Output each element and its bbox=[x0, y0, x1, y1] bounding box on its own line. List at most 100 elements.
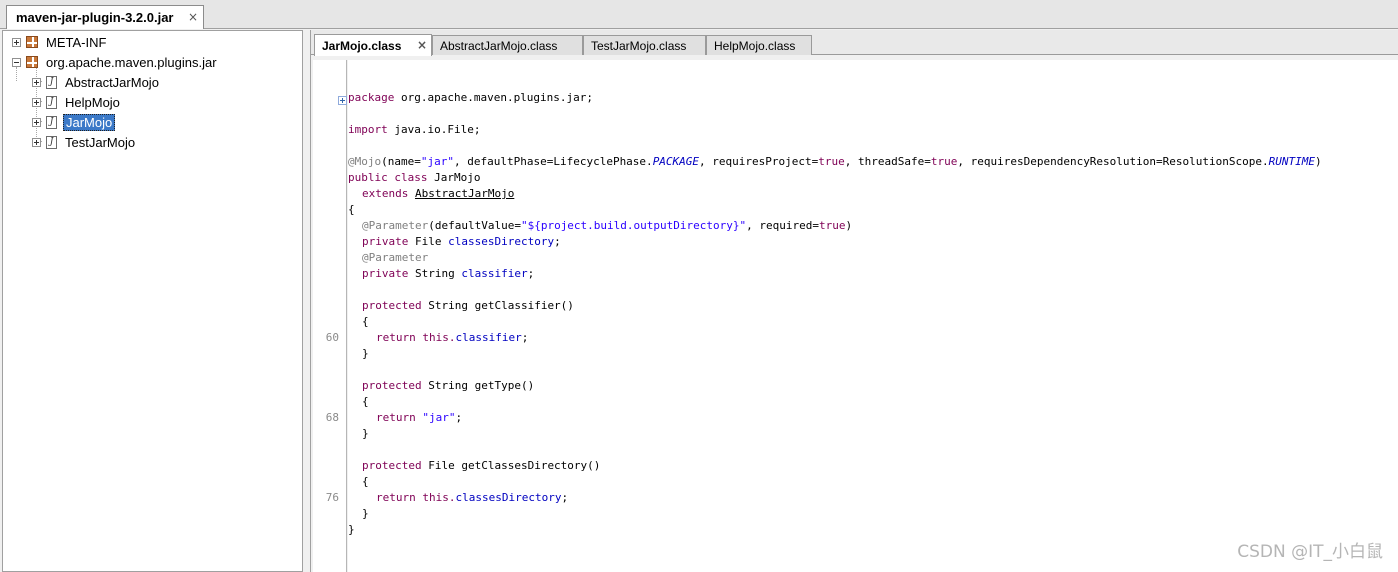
tree-item-helpmojo[interactable]: J HelpMojo bbox=[32, 93, 122, 111]
code-text: String getClassifier() bbox=[421, 299, 574, 312]
string-literal: "jar" bbox=[422, 411, 456, 424]
code-text: String bbox=[408, 267, 462, 280]
keyword: true bbox=[930, 155, 958, 168]
field-name: classesDirectory bbox=[448, 235, 555, 248]
tree-item-meta-inf[interactable]: META-INF bbox=[12, 33, 108, 51]
collapse-icon[interactable] bbox=[12, 57, 21, 67]
code-editor[interactable]: package org.apache.maven.plugins.jar; im… bbox=[348, 60, 1398, 572]
package-tree: META-INF org.apache.maven.plugins.jar J … bbox=[2, 30, 303, 572]
tab-label: TestJarMojo.class bbox=[591, 38, 687, 53]
code-text: (name= bbox=[381, 155, 421, 168]
code-line-extends: extends AbstractJarMojo bbox=[362, 186, 514, 202]
code-text: ; bbox=[561, 491, 569, 504]
keyword: true bbox=[818, 155, 845, 168]
tree-item-label: AbstractJarMojo bbox=[65, 74, 159, 90]
tree-item-label: JarMojo bbox=[63, 113, 116, 131]
keyword: return bbox=[376, 331, 416, 344]
line-number-gutter: 60 68 76 bbox=[313, 60, 347, 572]
expand-icon[interactable] bbox=[32, 77, 41, 87]
tab-jarmojo-class[interactable]: JarMojo.class × bbox=[314, 34, 432, 56]
code-text: File getClassesDirectory() bbox=[421, 459, 601, 472]
code-text: java.io.File; bbox=[387, 123, 481, 136]
code-text: (defaultValue= bbox=[428, 219, 521, 232]
code-line-brace: { bbox=[348, 203, 355, 216]
tab-label: AbstractJarMojo.class bbox=[440, 38, 558, 53]
jar-tab-label: maven-jar-plugin-3.2.0.jar bbox=[16, 10, 174, 25]
code-text: , required= bbox=[746, 219, 819, 232]
string-literal: "jar" bbox=[420, 155, 454, 168]
expand-icon[interactable] bbox=[32, 97, 41, 107]
field-name: classesDirectory bbox=[455, 491, 562, 504]
close-icon[interactable]: × bbox=[188, 10, 198, 24]
code-text: , requiresDependencyResolution=Resolutio… bbox=[957, 155, 1269, 168]
tree-item-abstractjarmojo[interactable]: J AbstractJarMojo bbox=[32, 73, 161, 91]
keyword: public class bbox=[348, 171, 428, 184]
code-text: JarMojo bbox=[427, 171, 481, 184]
editor-tab-bar: JarMojo.class × AbstractJarMojo.class Te… bbox=[311, 30, 1398, 56]
line-number: 60 bbox=[325, 331, 339, 344]
code-line-brace: { bbox=[362, 475, 369, 488]
code-line-brace: { bbox=[362, 315, 369, 328]
code-line-method-getclassesdirectory: protected File getClassesDirectory() bbox=[362, 458, 600, 474]
string-literal: "${project.build.outputDirectory}" bbox=[520, 219, 747, 232]
superclass-link[interactable]: AbstractJarMojo bbox=[415, 187, 514, 200]
tab-label: HelpMojo.class bbox=[714, 38, 796, 53]
package-icon bbox=[26, 36, 38, 48]
tree-item-testjarmojo[interactable]: J TestJarMojo bbox=[32, 133, 137, 151]
code-line-return: return this.classifier; bbox=[376, 330, 528, 346]
code-line-return: return "jar"; bbox=[376, 410, 462, 426]
jar-tab-bar: maven-jar-plugin-3.2.0.jar × bbox=[0, 0, 1398, 29]
keyword: private bbox=[362, 267, 409, 280]
java-class-file-icon: J bbox=[46, 95, 57, 109]
close-icon[interactable]: × bbox=[417, 38, 427, 52]
code-line-field-classes-dir: private File classesDirectory; bbox=[362, 234, 561, 250]
code-line-field-classifier: private String classifier; bbox=[362, 266, 534, 282]
code-line-package: package org.apache.maven.plugins.jar; bbox=[348, 90, 593, 106]
code-line-brace: } bbox=[362, 507, 369, 520]
tab-helpmojo-class[interactable]: HelpMojo.class bbox=[706, 35, 812, 55]
java-class-file-icon: J bbox=[46, 115, 57, 129]
line-number: 68 bbox=[325, 411, 339, 424]
package-icon bbox=[26, 56, 38, 68]
keyword: return bbox=[376, 411, 416, 424]
keyword: import bbox=[348, 123, 388, 136]
code-text: ; bbox=[527, 267, 535, 280]
keyword: package bbox=[348, 91, 395, 104]
keyword: protected bbox=[362, 459, 422, 472]
code-line-class-decl: public class JarMojo bbox=[348, 170, 480, 186]
fold-expand-icon[interactable] bbox=[338, 96, 347, 105]
tab-testjarmojo-class[interactable]: TestJarMojo.class bbox=[583, 35, 706, 55]
constant: PACKAGE bbox=[652, 155, 700, 168]
keyword: private bbox=[362, 235, 409, 248]
code-line-import: import java.io.File; bbox=[348, 122, 480, 138]
java-class-file-icon: J bbox=[46, 135, 57, 149]
code-text: ) bbox=[1314, 155, 1322, 168]
tab-abstractjarmojo-class[interactable]: AbstractJarMojo.class bbox=[432, 35, 583, 55]
keyword: protected bbox=[362, 299, 422, 312]
code-text: , threadSafe= bbox=[844, 155, 931, 168]
code-text: ; bbox=[554, 235, 561, 248]
code-text: ; bbox=[521, 331, 529, 344]
expand-icon[interactable] bbox=[32, 137, 41, 147]
code-text: ; bbox=[455, 411, 463, 424]
code-line-brace: } bbox=[362, 427, 369, 440]
code-line-brace: } bbox=[348, 523, 355, 536]
line-number: 76 bbox=[325, 491, 339, 504]
code-line-mojo-annotation: @Mojo(name="jar", defaultPhase=Lifecycle… bbox=[348, 154, 1322, 170]
tab-label: JarMojo.class bbox=[322, 38, 402, 53]
tree-item-jarmojo[interactable]: J JarMojo bbox=[32, 113, 116, 131]
code-text: , requiresProject= bbox=[699, 155, 819, 168]
java-class-file-icon: J bbox=[46, 75, 57, 89]
code-line-method-getclassifier: protected String getClassifier() bbox=[362, 298, 574, 314]
tree-item-org-apache-maven-plugins-jar[interactable]: org.apache.maven.plugins.jar bbox=[12, 53, 219, 71]
jar-file-tab[interactable]: maven-jar-plugin-3.2.0.jar × bbox=[6, 5, 204, 29]
keyword: extends bbox=[362, 187, 409, 200]
code-line-parameter-2: @Parameter bbox=[362, 251, 429, 264]
expand-icon[interactable] bbox=[12, 37, 21, 47]
code-line-brace: { bbox=[362, 395, 369, 408]
tree-item-label: META-INF bbox=[46, 34, 107, 50]
annotation: @Parameter bbox=[362, 219, 429, 232]
code-line-brace: } bbox=[362, 347, 369, 360]
code-line-return: return this.classesDirectory; bbox=[376, 490, 568, 506]
expand-icon[interactable] bbox=[32, 117, 41, 127]
